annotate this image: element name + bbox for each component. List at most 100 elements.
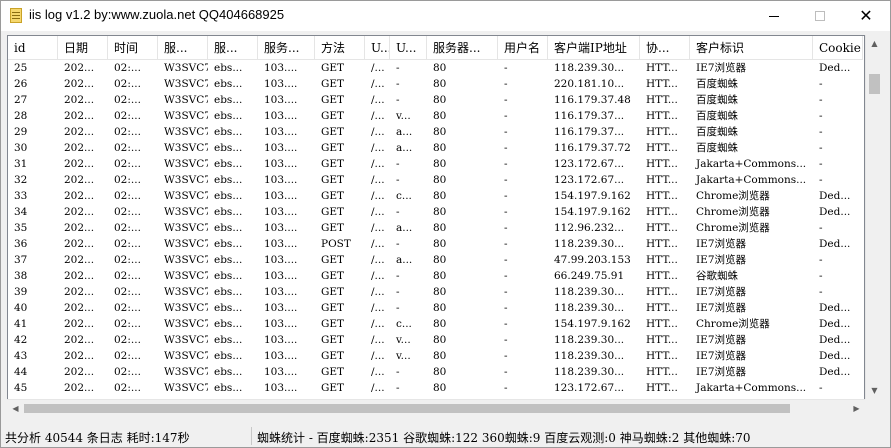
table-row[interactable]: 37 202... 02:... W3SVC7 ebs... 103.... GET /...…	[8, 252, 863, 268]
column-header-protocol[interactable]: 协...	[640, 36, 690, 60]
scroll-left-icon[interactable]: ◀	[7, 400, 24, 417]
cell-cookie: -	[819, 222, 823, 234]
scrollbar-corner	[865, 399, 882, 416]
horizontal-scroll-thumb[interactable]	[24, 404, 790, 413]
cell-protocol: HTT...	[646, 222, 678, 234]
cell-id: 32	[14, 174, 28, 186]
cell-uri-query: c...	[396, 318, 412, 330]
cell-service: W3SVC7	[164, 382, 208, 394]
column-header-uri-stem[interactable]: U...	[365, 36, 390, 60]
cell-client-ip: 118.239.30...	[554, 366, 625, 378]
cell-service: W3SVC7	[164, 190, 208, 202]
table-row[interactable]: 35 202... 02:... W3SVC7 ebs... 103.... GET /...…	[8, 220, 863, 236]
cell-server-port: 80	[433, 78, 447, 90]
horizontal-scrollbar[interactable]: ◀ ▶	[7, 399, 865, 416]
vertical-scrollbar[interactable]: ▲ ▼	[865, 35, 882, 399]
column-header-user-agent[interactable]: 客户标识	[690, 36, 813, 60]
table-row[interactable]: 44 202... 02:... W3SVC7 ebs... 103.... GET /...…	[8, 364, 863, 380]
table-row[interactable]: 40 202... 02:... W3SVC7 ebs... 103.... GET /...…	[8, 300, 863, 316]
table-row[interactable]: 27 202... 02:... W3SVC7 ebs... 103.... GET /...…	[8, 92, 863, 108]
cell-time: 02:...	[114, 334, 141, 346]
cell-service: W3SVC7	[164, 350, 208, 362]
column-header-server-ip[interactable]: 服务...	[258, 36, 315, 60]
cell-user-agent: Chrome浏览器	[696, 318, 770, 330]
cell-user-agent: IE7浏览器	[696, 366, 746, 378]
cell-cookie: Ded...	[819, 318, 851, 330]
cell-date: 202...	[64, 206, 95, 218]
column-header-server-name[interactable]: 服...	[208, 36, 258, 60]
table-row[interactable]: 38 202... 02:... W3SVC7 ebs... 103.... GET /...…	[8, 268, 863, 284]
status-bar: 共分析 40544 条日志 耗时:147秒 蜘蛛统计 - 百度蜘蛛:2351 谷…	[1, 425, 890, 447]
cell-cookie: -	[819, 110, 823, 122]
cell-date: 202...	[64, 254, 95, 266]
maximize-button[interactable]	[797, 1, 843, 31]
cell-protocol: HTT...	[646, 158, 678, 170]
table-row[interactable]: 31 202... 02:... W3SVC7 ebs... 103.... GET /...…	[8, 156, 863, 172]
column-header-method[interactable]: 方法	[315, 36, 365, 60]
cell-cookie: Ded...	[819, 350, 851, 362]
table-row[interactable]: 39 202... 02:... W3SVC7 ebs... 103.... GET /...…	[8, 284, 863, 300]
cell-date: 202...	[64, 126, 95, 138]
cell-username: -	[504, 62, 508, 74]
column-header-service[interactable]: 服...	[158, 36, 208, 60]
scroll-down-icon[interactable]: ▼	[866, 382, 883, 399]
column-header-server-port[interactable]: 服务器...	[427, 36, 498, 60]
table-row[interactable]: 28 202... 02:... W3SVC7 ebs... 103.... GET /...…	[8, 108, 863, 124]
cell-protocol: HTT...	[646, 382, 678, 394]
cell-protocol: HTT...	[646, 270, 678, 282]
title-bar[interactable]: iis log v1.2 by:www.zuola.net QQ40466892…	[1, 1, 890, 31]
scroll-up-icon[interactable]: ▲	[866, 35, 883, 52]
cell-user-agent: IE7浏览器	[696, 254, 746, 266]
close-button[interactable]: ✕	[843, 1, 889, 31]
cell-user-agent: 百度蜘蛛	[696, 126, 738, 138]
table-row[interactable]: 30 202... 02:... W3SVC7 ebs... 103.... GET /...…	[8, 140, 863, 156]
table-row[interactable]: 26 202... 02:... W3SVC7 ebs... 103.... GET /...…	[8, 76, 863, 92]
table-row[interactable]: 34 202... 02:... W3SVC7 ebs... 103.... GET /...…	[8, 204, 863, 220]
scroll-right-icon[interactable]: ▶	[848, 400, 865, 417]
table-row[interactable]: 43 202... 02:... W3SVC7 ebs... 103.... GET /...…	[8, 348, 863, 364]
cell-method: GET	[321, 158, 345, 170]
column-header-date[interactable]: 日期	[58, 36, 108, 60]
column-header-username[interactable]: 用户名	[498, 36, 548, 60]
table-row[interactable]: 45 202... 02:... W3SVC7 ebs... 103.... GET /...…	[8, 380, 863, 396]
table-row[interactable]: 41 202... 02:... W3SVC7 ebs... 103.... GET /...…	[8, 316, 863, 332]
table-row[interactable]: 42 202... 02:... W3SVC7 ebs... 103.... GET /...…	[8, 332, 863, 348]
cell-uri-query: -	[396, 238, 400, 250]
cell-server-name: ebs...	[214, 366, 243, 378]
cell-user-agent: 谷歌蜘蛛	[696, 270, 738, 282]
cell-server-name: ebs...	[214, 126, 243, 138]
table-row[interactable]: 33 202... 02:... W3SVC7 ebs... 103.... GET /...…	[8, 188, 863, 204]
column-header-cookie[interactable]: Cookie	[813, 36, 863, 60]
column-header-id[interactable]: id	[8, 36, 58, 60]
column-header-time[interactable]: 时间	[108, 36, 158, 60]
table-row[interactable]: 36 202... 02:... W3SVC7 ebs... 103.... POST /..…	[8, 236, 863, 252]
column-header-client-ip[interactable]: 客户端IP地址	[548, 36, 640, 60]
cell-server-name: ebs...	[214, 350, 243, 362]
cell-server-ip: 103....	[264, 350, 298, 362]
minimize-button[interactable]	[751, 1, 797, 31]
cell-id: 36	[14, 238, 28, 250]
cell-uri-query: -	[396, 174, 400, 186]
cell-user-agent: IE7浏览器	[696, 302, 746, 314]
column-header-uri-query[interactable]: U...	[390, 36, 427, 60]
table-row[interactable]: 25 202... 02:... W3SVC7 ebs... 103.... GET /...…	[8, 60, 863, 76]
cell-time: 02:...	[114, 142, 141, 154]
cell-user-agent: IE7浏览器	[696, 286, 746, 298]
cell-method: GET	[321, 110, 345, 122]
cell-protocol: HTT...	[646, 350, 678, 362]
cell-time: 02:...	[114, 190, 141, 202]
cell-uri-stem: /...	[371, 206, 385, 218]
cell-id: 30	[14, 142, 28, 154]
cell-time: 02:...	[114, 126, 141, 138]
table-row[interactable]: 29 202... 02:... W3SVC7 ebs... 103.... GET /...…	[8, 124, 863, 140]
cell-id: 38	[14, 270, 28, 282]
cell-username: -	[504, 318, 508, 330]
cell-user-agent: Chrome浏览器	[696, 222, 770, 234]
cell-server-port: 80	[433, 366, 447, 378]
vertical-scroll-thumb[interactable]	[869, 74, 880, 94]
cell-server-ip: 103....	[264, 286, 298, 298]
table-row[interactable]: 32 202... 02:... W3SVC7 ebs... 103.... GET /...…	[8, 172, 863, 188]
cell-protocol: HTT...	[646, 318, 678, 330]
cell-user-agent: Chrome浏览器	[696, 190, 770, 202]
log-table[interactable]: id 日期 时间 服... 服... 服务... 方法 U... U... 服务器... 用户名 客户…	[7, 35, 865, 416]
